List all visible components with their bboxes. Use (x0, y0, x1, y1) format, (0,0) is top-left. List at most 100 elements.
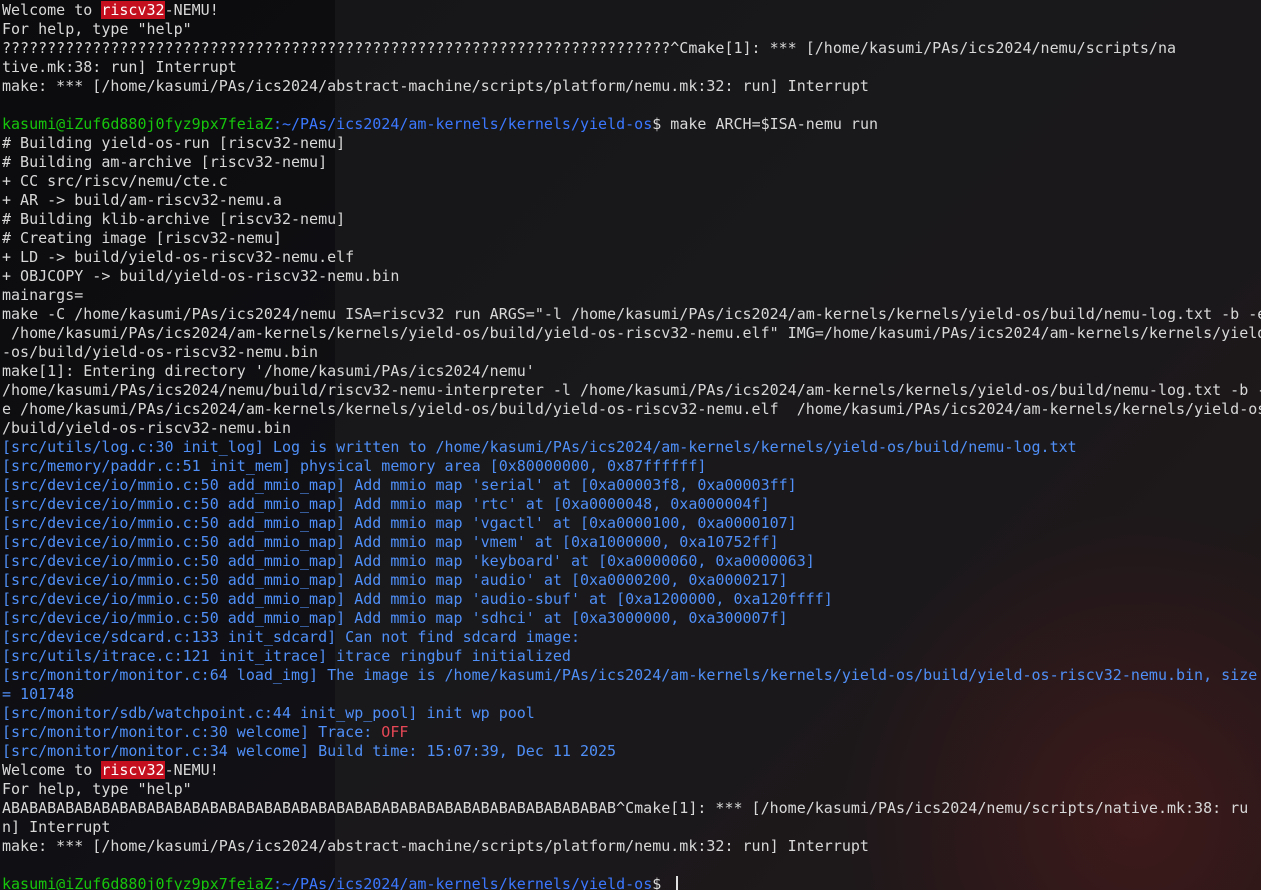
shell-prompt-line: kasumi@iZuf6d880j0fyz9px7feiaZ:~/PAs/ics… (2, 115, 1261, 134)
output-text: -os/build/yield-os-riscv32-nemu.bin (2, 343, 319, 361)
output-text: n] Interrupt (2, 818, 111, 836)
log-line: [src/memory/paddr.c:51 init_mem] physica… (2, 457, 1261, 476)
log-line: [src/monitor/monitor.c:34 welcome] Build… (2, 742, 1261, 761)
log-line: [src/device/io/mmio.c:50 add_mmio_map] A… (2, 495, 1261, 514)
output-text: # Building yield-os-run [riscv32-nemu] (2, 134, 346, 152)
log-line: [src/device/io/mmio.c:50 add_mmio_map] A… (2, 552, 1261, 571)
output-text: make: *** [/home/kasumi/PAs/ics2024/abst… (2, 837, 869, 855)
prompt-command: $ make ARCH=$ISA-nemu run (652, 115, 879, 133)
isa-highlight: riscv32 (101, 761, 165, 779)
output-text: ABABABABABABABABABABABABABABABABABABABAB… (2, 799, 1249, 817)
output-line: e /home/kasumi/PAs/ics2024/am-kernels/ke… (2, 400, 1261, 419)
log-line: [src/monitor/sdb/watchpoint.c:44 init_wp… (2, 704, 1261, 723)
isa-highlight: riscv32 (101, 1, 165, 19)
log-text: [src/monitor/monitor.c:64 load_img] The … (2, 666, 1258, 684)
output-text: /build/yield-os-riscv32-nemu.bin (2, 419, 291, 437)
output-text: For help, type "help" (2, 780, 192, 798)
prompt-path: :~/PAs/ics2024/am-kernels/kernels/yield-… (272, 875, 653, 890)
output-line: /home/kasumi/PAs/ics2024/am-kernels/kern… (2, 324, 1261, 343)
output-line: For help, type "help" (2, 20, 1261, 39)
welcome-suffix: -NEMU! (164, 1, 219, 19)
output-text: For help, type "help" (2, 20, 192, 38)
log-line: [src/device/io/mmio.c:50 add_mmio_map] A… (2, 514, 1261, 533)
log-text: [src/device/io/mmio.c:50 add_mmio_map] A… (2, 514, 797, 532)
welcome-line: Welcome to riscv32-NEMU! (2, 1, 1261, 20)
output-text: # Building am-archive [riscv32-nemu] (2, 153, 328, 171)
log-line: [src/monitor/monitor.c:30 welcome] Trace… (2, 723, 1261, 742)
welcome-prefix: Welcome to (2, 1, 102, 19)
log-line: [src/device/io/mmio.c:50 add_mmio_map] A… (2, 571, 1261, 590)
output-line: make: *** [/home/kasumi/PAs/ics2024/abst… (2, 837, 1261, 856)
terminal-output[interactable]: Welcome to riscv32-NEMU! For help, type "… (2, 1, 1261, 890)
terminal-window[interactable]: Welcome to riscv32-NEMU! For help, type "… (0, 0, 1261, 890)
log-text: [src/device/io/mmio.c:50 add_mmio_map] A… (2, 533, 779, 551)
output-line: + CC src/riscv/nemu/cte.c (2, 172, 1261, 191)
log-text: [src/monitor/monitor.c:30 welcome] Trace… (2, 723, 382, 741)
shell-prompt-line: kasumi@iZuf6d880j0fyz9px7feiaZ:~/PAs/ics… (2, 875, 1261, 890)
output-line: # Creating image [riscv32-nemu] (2, 229, 1261, 248)
text-cursor (676, 876, 679, 890)
output-text: + LD -> build/yield-os-riscv32-nemu.elf (2, 248, 355, 266)
log-text: [src/monitor/sdb/watchpoint.c:44 init_wp… (2, 704, 535, 722)
log-line: [src/utils/itrace.c:121 init_itrace] itr… (2, 647, 1261, 666)
output-line: ABABABABABABABABABABABABABABABABABABABAB… (2, 799, 1261, 818)
output-text: make -C /home/kasumi/PAs/ics2024/nemu IS… (2, 305, 1261, 323)
output-text: ????????????????????????????????????????… (2, 39, 1176, 57)
output-line: /home/kasumi/PAs/ics2024/nemu/build/risc… (2, 381, 1261, 400)
log-text: [src/device/io/mmio.c:50 add_mmio_map] A… (2, 590, 833, 608)
trace-status: OFF (381, 723, 409, 741)
output-line: make -C /home/kasumi/PAs/ics2024/nemu IS… (2, 305, 1261, 324)
output-line: # Building am-archive [riscv32-nemu] (2, 153, 1261, 172)
prompt-user-host: kasumi@iZuf6d880j0fyz9px7feiaZ (2, 115, 273, 133)
log-line: [src/device/sdcard.c:133 init_sdcard] Ca… (2, 628, 1261, 647)
log-text: [src/monitor/monitor.c:34 welcome] Build… (2, 742, 617, 760)
output-text: + AR -> build/am-riscv32-nemu.a (2, 191, 282, 209)
output-line: For help, type "help" (2, 780, 1261, 799)
log-line: [src/device/io/mmio.c:50 add_mmio_map] A… (2, 476, 1261, 495)
prompt-user-host: kasumi@iZuf6d880j0fyz9px7feiaZ (2, 875, 273, 890)
welcome-prefix: Welcome to (2, 761, 102, 779)
welcome-line: Welcome to riscv32-NEMU! (2, 761, 1261, 780)
log-text: [src/device/io/mmio.c:50 add_mmio_map] A… (2, 571, 788, 589)
output-line: mainargs= (2, 286, 1261, 305)
welcome-suffix: -NEMU! (164, 761, 219, 779)
output-text: # Creating image [riscv32-nemu] (2, 229, 282, 247)
log-line: [src/device/io/mmio.c:50 add_mmio_map] A… (2, 533, 1261, 552)
log-text: [src/device/sdcard.c:133 init_sdcard] Ca… (2, 628, 580, 646)
output-line: -os/build/yield-os-riscv32-nemu.bin (2, 343, 1261, 362)
output-line: + AR -> build/am-riscv32-nemu.a (2, 191, 1261, 210)
prompt-command: $ (652, 875, 671, 890)
log-line: [src/utils/log.c:30 init_log] Log is wri… (2, 438, 1261, 457)
output-text: mainargs= (2, 286, 84, 304)
output-text: e /home/kasumi/PAs/ics2024/am-kernels/ke… (2, 400, 1261, 418)
log-text: [src/utils/itrace.c:121 init_itrace] itr… (2, 647, 571, 665)
log-line: [src/monitor/monitor.c:64 load_img] The … (2, 666, 1261, 685)
output-text: tive.mk:38: run] Interrupt (2, 58, 237, 76)
log-line: [src/device/io/mmio.c:50 add_mmio_map] A… (2, 609, 1261, 628)
output-line: make[1]: Entering directory '/home/kasum… (2, 362, 1261, 381)
output-text: /home/kasumi/PAs/ics2024/am-kernels/kern… (2, 324, 1261, 342)
output-line: ????????????????????????????????????????… (2, 39, 1261, 58)
log-text: [src/utils/log.c:30 init_log] Log is wri… (2, 438, 1077, 456)
log-text: [src/device/io/mmio.c:50 add_mmio_map] A… (2, 476, 797, 494)
output-line: # Building yield-os-run [riscv32-nemu] (2, 134, 1261, 153)
output-line: + LD -> build/yield-os-riscv32-nemu.elf (2, 248, 1261, 267)
output-line: tive.mk:38: run] Interrupt (2, 58, 1261, 77)
output-line: # Building klib-archive [riscv32-nemu] (2, 210, 1261, 229)
output-text: make: *** [/home/kasumi/PAs/ics2024/abst… (2, 77, 869, 95)
output-line: /build/yield-os-riscv32-nemu.bin (2, 419, 1261, 438)
output-text: + OBJCOPY -> build/yield-os-riscv32-nemu… (2, 267, 400, 285)
log-text: [src/device/io/mmio.c:50 add_mmio_map] A… (2, 609, 788, 627)
log-line: [src/device/io/mmio.c:50 add_mmio_map] A… (2, 590, 1261, 609)
log-line: = 101748 (2, 685, 1261, 704)
output-line: make: *** [/home/kasumi/PAs/ics2024/abst… (2, 77, 1261, 96)
output-text: # Building klib-archive [riscv32-nemu] (2, 210, 346, 228)
log-text: [src/device/io/mmio.c:50 add_mmio_map] A… (2, 552, 815, 570)
output-line: + OBJCOPY -> build/yield-os-riscv32-nemu… (2, 267, 1261, 286)
log-text: [src/device/io/mmio.c:50 add_mmio_map] A… (2, 495, 770, 513)
log-text: [src/memory/paddr.c:51 init_mem] physica… (2, 457, 707, 475)
output-text: make[1]: Entering directory '/home/kasum… (2, 362, 535, 380)
log-text: = 101748 (2, 685, 75, 703)
